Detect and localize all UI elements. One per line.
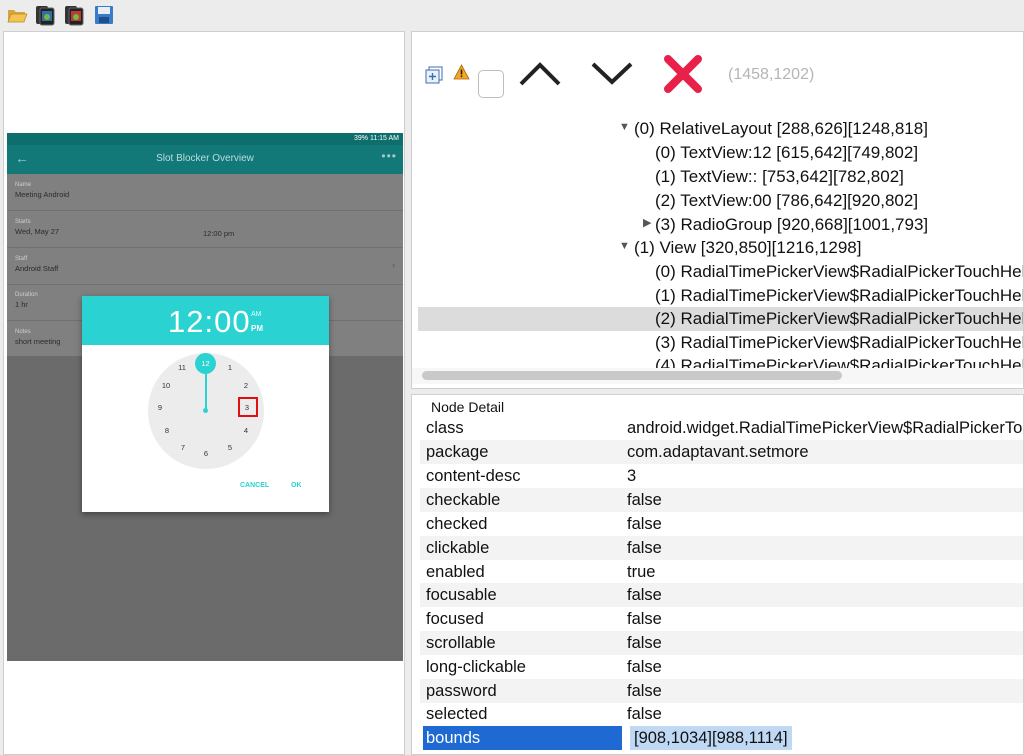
detail-row-long-clickable[interactable]: long-clickable false	[420, 655, 1023, 679]
device-screenshot-panel: 39% 11:15 AM ← Slot Blocker Overview •••…	[3, 31, 405, 755]
tree-node[interactable]: (0) RelativeLayout [288,626][1248,818]	[634, 117, 928, 141]
device-screenshot-compressed-icon[interactable]	[63, 4, 85, 26]
clock-number-6[interactable]: 6	[199, 449, 213, 459]
clock-number-4[interactable]: 4	[239, 426, 253, 436]
detail-row-focusable[interactable]: focusable false	[420, 583, 1023, 607]
time-picker-dialog: 12:00 AM PM 12 1 2 3 4 5 6 7 8 9 10 11 C…	[82, 296, 329, 512]
detail-row-clickable[interactable]: clickable false	[420, 536, 1023, 560]
tree-toolbar: (1458,1202)	[412, 32, 1023, 114]
tree-node[interactable]: (3) RadialTimePickerView$RadialPickerTou…	[655, 331, 1023, 355]
clock-number-1[interactable]: 1	[223, 363, 237, 373]
app-bar: ← Slot Blocker Overview •••	[7, 145, 403, 174]
clock-number-9[interactable]: 9	[153, 403, 167, 413]
tree-node[interactable]: (1) View [320,850][1216,1298]	[634, 236, 861, 260]
clock-face[interactable]: 12 1 2 3 4 5 6 7 8 9 10 11	[148, 353, 264, 469]
detail-row-class[interactable]: class android.widget.RadialTimePickerView…	[420, 416, 1023, 440]
node-detail-panel: Node Detail class android.widget.RadialTi…	[411, 394, 1024, 755]
chevron-right-icon: ›	[392, 260, 395, 270]
clock-center	[203, 408, 208, 413]
tree-node[interactable]: (0) RadialTimePickerView$RadialPickerTou…	[655, 260, 1023, 284]
ok-button[interactable]: OK	[291, 482, 302, 489]
close-icon[interactable]	[662, 53, 704, 100]
collapse-arrow-icon[interactable]: ▼	[619, 240, 630, 252]
expand-arrow-icon[interactable]: ▶	[643, 216, 651, 229]
starts-time: 12:00 pm	[203, 229, 235, 238]
more-options-icon[interactable]: •••	[381, 149, 397, 163]
detail-row-focused[interactable]: focused false	[420, 607, 1023, 631]
save-icon[interactable]	[93, 4, 115, 26]
starts-field[interactable]: Starts Wed, May 27 12:00 pm	[15, 219, 395, 238]
tree-node[interactable]: (0) TextView:12 [615,642][749,802]	[655, 141, 918, 165]
clock-number-8[interactable]: 8	[160, 426, 174, 436]
collapse-arrow-icon[interactable]: ▼	[619, 121, 630, 133]
clock-number-11[interactable]: 11	[175, 363, 189, 373]
highlight-box	[238, 397, 258, 417]
clock-number-10[interactable]: 10	[159, 381, 173, 391]
tree-node[interactable]: (1) RadialTimePickerView$RadialPickerTou…	[655, 284, 1023, 308]
pm-toggle[interactable]: PM	[251, 324, 263, 333]
detail-row-selected[interactable]: selected false	[420, 702, 1023, 726]
tree-node[interactable]: (1) TextView:: [753,642][782,802]	[655, 165, 904, 189]
clock-number-5[interactable]: 5	[223, 443, 237, 453]
tree-node[interactable]: (3) RadioGroup [920,668][1001,793]	[655, 213, 928, 237]
device-screen[interactable]: 39% 11:15 AM ← Slot Blocker Overview •••…	[7, 133, 403, 661]
hierarchy-panel: (1458,1202) ▼ (0) RelativeLayout [288,62…	[411, 31, 1024, 389]
chevron-up-icon[interactable]	[517, 58, 563, 93]
name-field[interactable]: Name Meeting Android	[15, 182, 395, 199]
cancel-button[interactable]: CANCEL	[240, 482, 269, 489]
chevron-down-icon[interactable]	[589, 58, 635, 93]
clock-number-12[interactable]: 12	[195, 353, 216, 374]
app-title: Slot Blocker Overview	[156, 153, 254, 164]
clock-number-2[interactable]: 2	[239, 381, 253, 391]
node-detail-title: Node Detail	[431, 399, 505, 415]
detail-row-bounds[interactable]: bounds [908,1034][988,1114]	[420, 726, 1023, 750]
toolbar	[0, 0, 1024, 30]
detail-row-enabled[interactable]: enabled true	[420, 560, 1023, 584]
detail-row-checked[interactable]: checked false	[420, 512, 1023, 536]
am-toggle[interactable]: AM	[251, 311, 262, 318]
staff-field[interactable]: Staff Android Staff	[15, 256, 395, 273]
device-screenshot-icon[interactable]	[34, 4, 56, 26]
expand-all-icon[interactable]	[425, 66, 443, 89]
time-header: 12:00 AM PM	[82, 296, 329, 345]
detail-row-password[interactable]: password false	[420, 679, 1023, 703]
detail-row-checkable[interactable]: checkable false	[420, 488, 1023, 512]
detail-row-scrollable[interactable]: scrollable false	[420, 631, 1023, 655]
open-folder-icon[interactable]	[6, 4, 28, 26]
detail-row-package[interactable]: package com.adaptavant.setmore	[420, 440, 1023, 464]
cursor-coordinates: (1458,1202)	[728, 66, 815, 83]
filter-checkbox[interactable]	[478, 70, 504, 98]
warning-icon[interactable]	[453, 64, 470, 86]
horizontal-scrollbar[interactable]	[422, 371, 842, 380]
tree-node-selected[interactable]: (2) RadialTimePickerView$RadialPickerTou…	[418, 307, 1023, 331]
time-display[interactable]: 12:00	[168, 304, 251, 340]
tree-node[interactable]: (2) TextView:00 [786,642][920,802]	[655, 189, 918, 213]
clock-number-7[interactable]: 7	[176, 443, 190, 453]
detail-row-content-desc[interactable]: content-desc 3	[420, 464, 1023, 488]
status-bar: 39% 11:15 AM	[7, 133, 403, 145]
